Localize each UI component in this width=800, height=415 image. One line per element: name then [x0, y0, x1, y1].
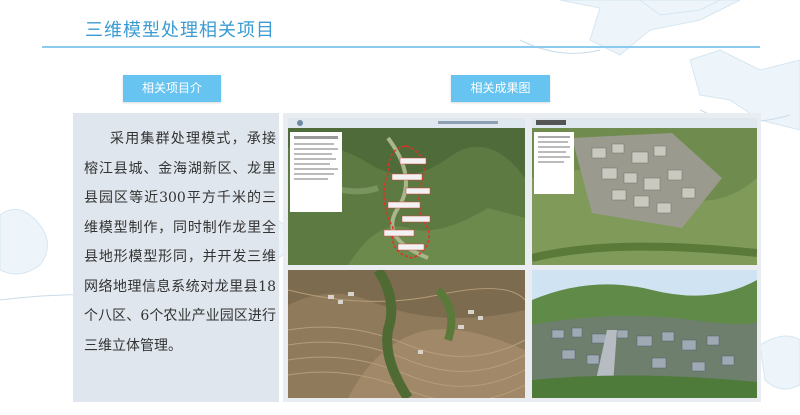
town-3d-terrain-model[interactable] [532, 270, 757, 398]
results-gallery [283, 113, 761, 402]
title-divider [42, 46, 760, 48]
project-intro-button[interactable]: 相关项目介 [123, 75, 221, 102]
page-title: 三维模型处理相关项目 [85, 20, 275, 41]
project-description-panel: 采用集群处理模式，承接榕江县城、金海湖新区、龙里县园区等近300平方千米的三维模… [73, 113, 279, 402]
project-description-text: 采用集群处理模式，承接榕江县城、金海湖新区、龙里县园区等近300平方千米的三维模… [84, 131, 276, 354]
village-3d-model-screenshot[interactable] [532, 118, 757, 265]
results-gallery-button[interactable]: 相关成果图 [451, 75, 550, 102]
map-overview-screenshot[interactable] [288, 118, 525, 265]
terraced-hills-aerial-photo[interactable] [288, 270, 525, 398]
